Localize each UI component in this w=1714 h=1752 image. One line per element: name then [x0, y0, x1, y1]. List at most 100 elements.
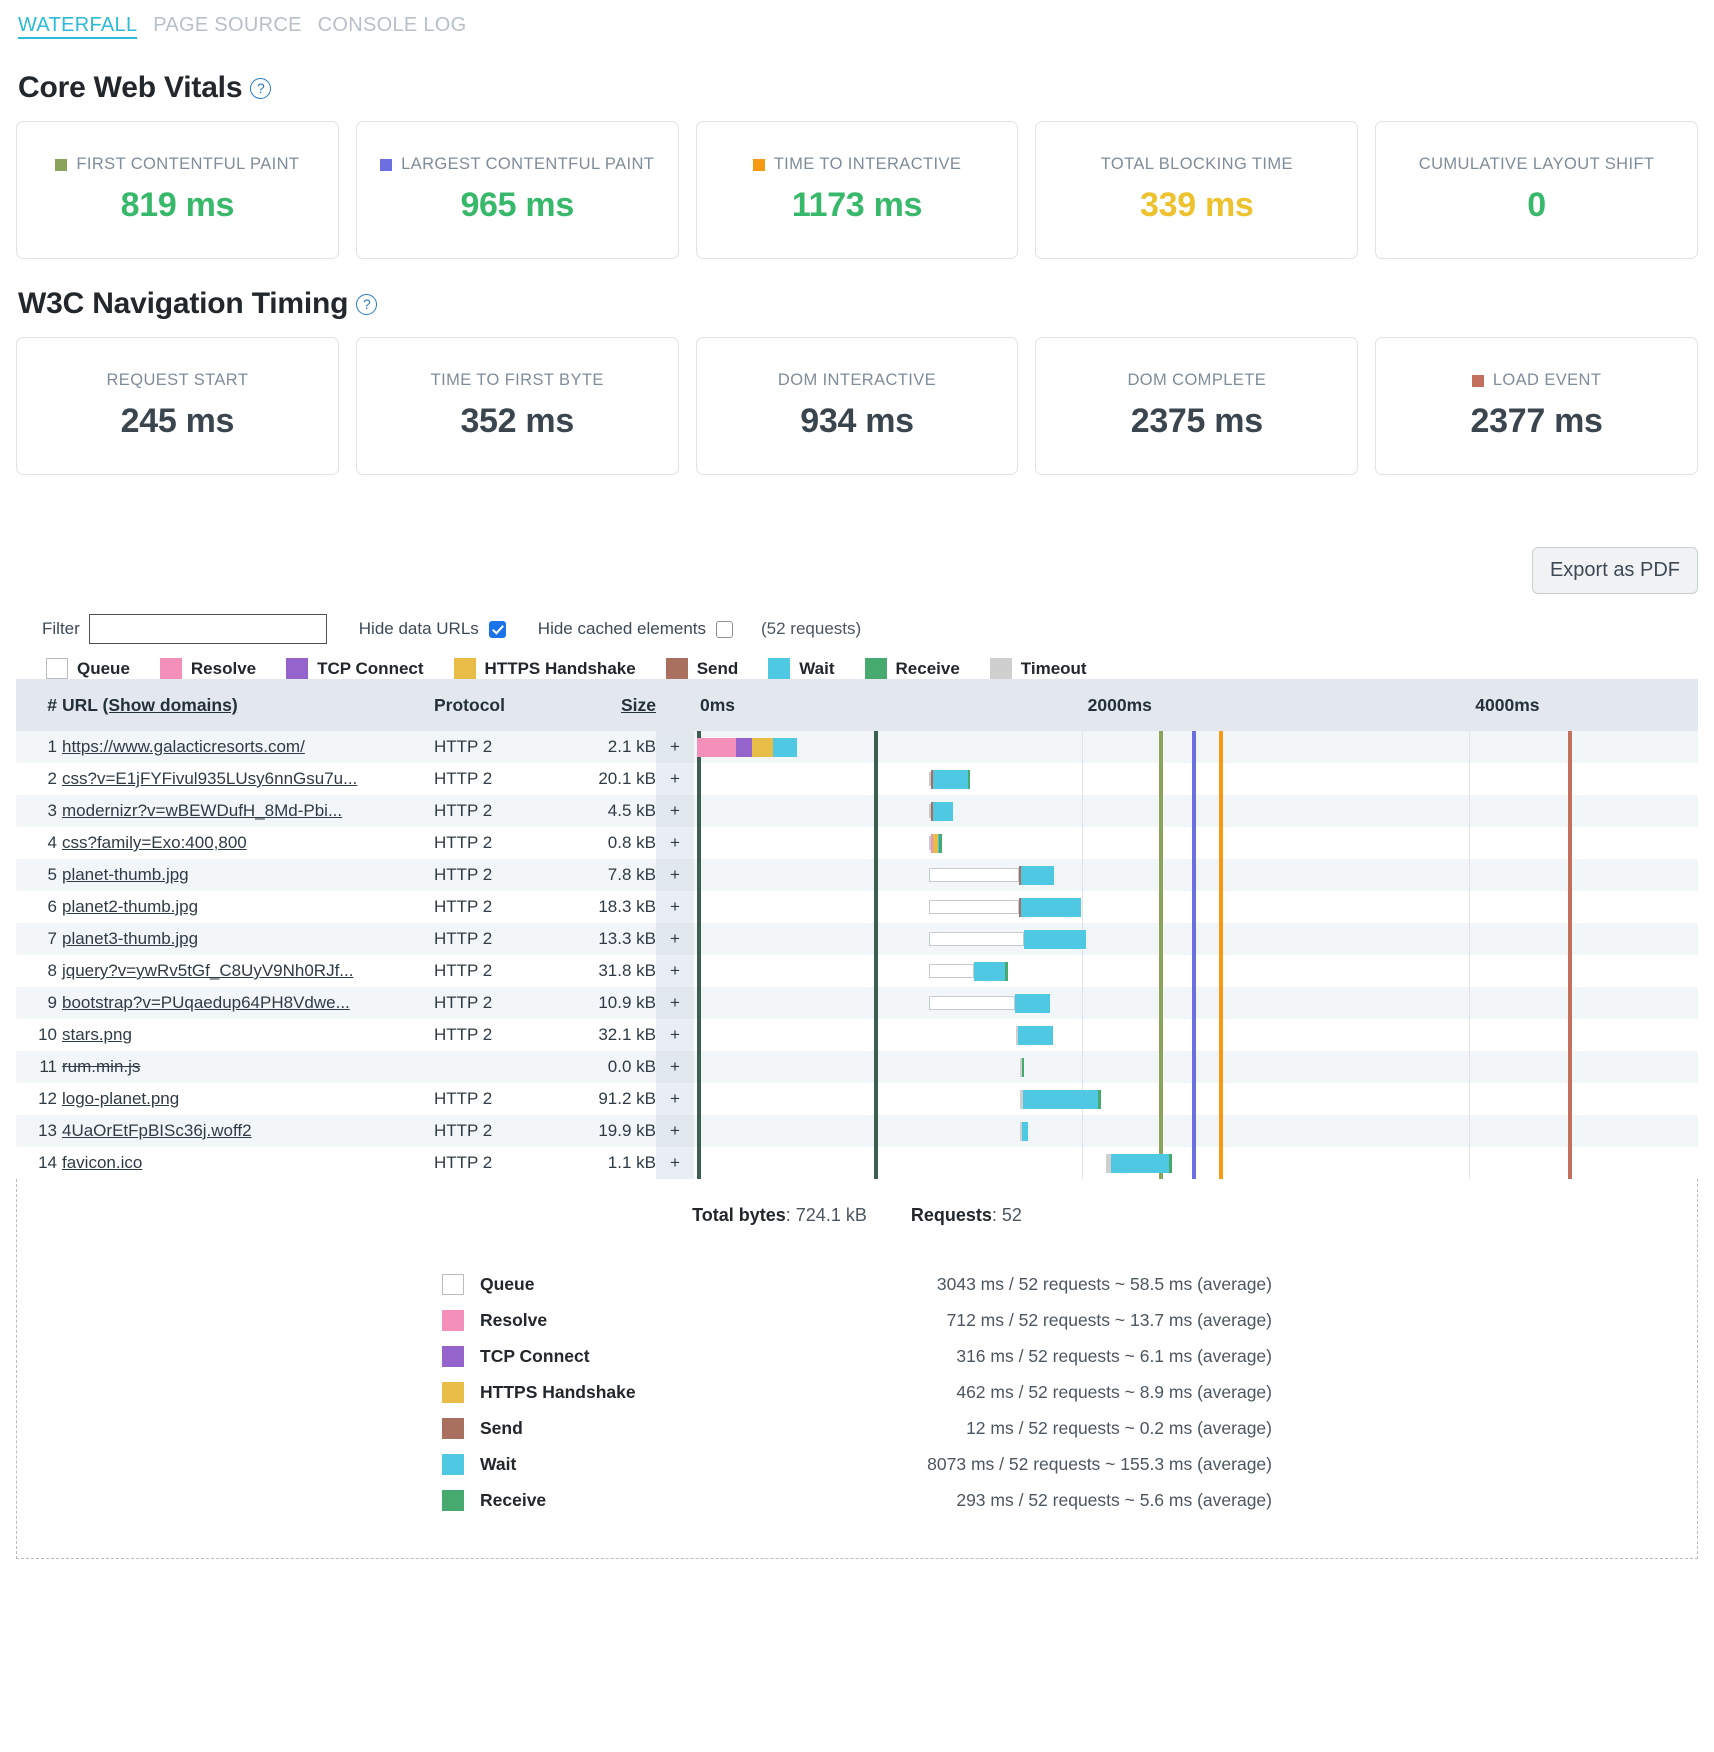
row-url-cell[interactable]: https://www.galacticresorts.com/: [62, 731, 434, 763]
hide-data-urls-checkbox[interactable]: [488, 620, 506, 638]
row-expand-button[interactable]: +: [656, 987, 694, 1019]
row-expand-button[interactable]: +: [656, 763, 694, 795]
row-timeline[interactable]: [694, 1051, 1698, 1083]
request-url[interactable]: planet-thumb.jpg: [62, 865, 189, 884]
header-size[interactable]: Size: [584, 679, 656, 731]
row-timeline[interactable]: [694, 1083, 1698, 1115]
row-timeline[interactable]: [694, 1147, 1698, 1179]
row-timeline[interactable]: [694, 827, 1698, 859]
row-timeline[interactable]: [694, 731, 1698, 763]
table-row[interactable]: 5 planet-thumb.jpg HTTP 2 7.8 kB +: [16, 859, 1698, 891]
row-timeline[interactable]: [694, 795, 1698, 827]
table-row[interactable]: 4 css?family=Exo:400,800 HTTP 2 0.8 kB +: [16, 827, 1698, 859]
row-timeline[interactable]: [694, 859, 1698, 891]
request-url[interactable]: bootstrap?v=PUqaedup64PH8Vdwe...: [62, 993, 350, 1012]
request-url[interactable]: planet3-thumb.jpg: [62, 929, 198, 948]
event-line-request-start: [696, 1115, 701, 1147]
row-expand-button[interactable]: +: [656, 955, 694, 987]
request-url[interactable]: css?v=E1jFYFivul935LUsy6nnGsu7u...: [62, 769, 357, 788]
row-timeline[interactable]: [694, 923, 1698, 955]
legend-item[interactable]: Resolve: [159, 658, 256, 679]
request-url[interactable]: favicon.ico: [62, 1153, 142, 1172]
row-url-cell[interactable]: stars.png: [62, 1019, 434, 1051]
table-row[interactable]: 3 modernizr?v=wBEWDufH_8Md-Pbi... HTTP 2 4.…: [16, 795, 1698, 827]
export-as-pdf-button[interactable]: Export as PDF: [1531, 547, 1698, 594]
row-url-cell[interactable]: bootstrap?v=PUqaedup64PH8Vdwe...: [62, 987, 434, 1019]
row-url-cell[interactable]: 4UaOrEtFpBISc36j.woff2: [62, 1115, 434, 1147]
table-row[interactable]: 2 css?v=E1jFYFivul935LUsy6nnGsu7u... HTTP …: [16, 763, 1698, 795]
table-row[interactable]: 1 https://www.galacticresorts.com/HTTP 22…: [16, 731, 1698, 763]
tab-console-log[interactable]: CONSOLE LOG: [318, 14, 467, 36]
event-line-largest-contentful-paint: [1192, 1115, 1197, 1147]
request-url[interactable]: css?family=Exo:400,800: [62, 833, 247, 852]
table-row[interactable]: 11 rum.min.js 0.0 kB +: [16, 1051, 1698, 1083]
hide-cached-elements-label: Hide cached elements: [537, 619, 707, 638]
row-url-cell[interactable]: planet3-thumb.jpg: [62, 923, 434, 955]
row-url-cell[interactable]: planet-thumb.jpg: [62, 859, 434, 891]
row-timeline[interactable]: [694, 1115, 1698, 1147]
row-expand-button[interactable]: +: [656, 1147, 694, 1179]
row-expand-button[interactable]: +: [656, 859, 694, 891]
row-timeline[interactable]: [694, 763, 1698, 795]
hide-cached-elements-checkbox[interactable]: [716, 620, 734, 638]
request-url[interactable]: stars.png: [62, 1025, 132, 1044]
tab-waterfall[interactable]: WATERFALL: [18, 14, 138, 39]
filter-input[interactable]: [88, 614, 327, 644]
row-protocol: HTTP 2: [434, 731, 584, 763]
row-url-cell[interactable]: favicon.ico: [62, 1147, 434, 1179]
row-timeline[interactable]: [694, 891, 1698, 923]
legend-item[interactable]: Send: [665, 658, 738, 679]
row-expand-button[interactable]: +: [656, 827, 694, 859]
help-icon[interactable]: ?: [250, 77, 272, 99]
request-url[interactable]: https://www.galacticresorts.com/: [62, 737, 305, 756]
request-url[interactable]: 4UaOrEtFpBISc36j.woff2: [62, 1121, 252, 1140]
table-row[interactable]: 10 stars.png HTTP 2 32.1 kB +: [16, 1019, 1698, 1051]
table-row[interactable]: 8 jquery?v=ywRv5tGf_C8UyV9Nh0RJf... HTTP 2…: [16, 955, 1698, 987]
table-row[interactable]: 7 planet3-thumb.jpg HTTP 2 13.3 kB +: [16, 923, 1698, 955]
phase-stat-row: Queue 3043 ms / 52 requests ~ 58.5 ms (av…: [442, 1266, 1272, 1302]
row-url-cell[interactable]: jquery?v=ywRv5tGf_C8UyV9Nh0RJf...: [62, 955, 434, 987]
legend-item[interactable]: Receive: [864, 658, 960, 679]
metric-card: LOAD EVENT 2377 ms: [1375, 337, 1698, 475]
tab-page-source[interactable]: PAGE SOURCE: [153, 14, 302, 36]
legend-item[interactable]: Queue: [46, 658, 130, 679]
help-icon[interactable]: ?: [356, 293, 378, 315]
row-expand-button[interactable]: +: [656, 1083, 694, 1115]
row-url-cell[interactable]: css?family=Exo:400,800: [62, 827, 434, 859]
header-number[interactable]: #: [16, 679, 62, 731]
header-protocol[interactable]: Protocol: [434, 679, 584, 731]
request-url[interactable]: modernizr?v=wBEWDufH_8Md-Pbi...: [62, 801, 342, 820]
hide-data-urls-toggle[interactable]: Hide data URLs: [359, 619, 506, 639]
row-expand-button[interactable]: +: [656, 1115, 694, 1147]
row-expand-button[interactable]: +: [656, 731, 694, 763]
row-number: 9: [16, 987, 62, 1019]
request-url[interactable]: planet2-thumb.jpg: [62, 897, 198, 916]
row-expand-button[interactable]: +: [656, 923, 694, 955]
row-url-cell[interactable]: rum.min.js: [62, 1051, 434, 1083]
table-row[interactable]: 14 favicon.ico HTTP 2 1.1 kB +: [16, 1147, 1698, 1179]
row-url-cell[interactable]: planet2-thumb.jpg: [62, 891, 434, 923]
table-row[interactable]: 12 logo-planet.png HTTP 2 91.2 kB +: [16, 1083, 1698, 1115]
metric-label: DOM INTERACTIVE: [777, 371, 937, 389]
show-domains-link[interactable]: (Show domains): [103, 695, 238, 715]
legend-item[interactable]: TCP Connect: [286, 658, 424, 679]
row-timeline[interactable]: [694, 1019, 1698, 1051]
row-expand-button[interactable]: +: [656, 795, 694, 827]
row-timeline[interactable]: [694, 987, 1698, 1019]
request-url[interactable]: logo-planet.png: [62, 1089, 179, 1108]
row-url-cell[interactable]: css?v=E1jFYFivul935LUsy6nnGsu7u...: [62, 763, 434, 795]
row-timeline[interactable]: [694, 955, 1698, 987]
table-row[interactable]: 13 4UaOrEtFpBISc36j.woff2 HTTP 2 19.9 kB +: [16, 1115, 1698, 1147]
row-expand-button[interactable]: +: [656, 1019, 694, 1051]
hide-cached-elements-toggle[interactable]: Hide cached elements: [537, 619, 734, 639]
legend-item[interactable]: Timeout: [989, 658, 1087, 679]
row-url-cell[interactable]: logo-planet.png: [62, 1083, 434, 1115]
row-expand-button[interactable]: +: [656, 1051, 694, 1083]
legend-item[interactable]: HTTPS Handshake: [453, 658, 636, 679]
table-row[interactable]: 6 planet2-thumb.jpg HTTP 2 18.3 kB +: [16, 891, 1698, 923]
legend-item[interactable]: Wait: [768, 658, 835, 679]
request-url[interactable]: jquery?v=ywRv5tGf_C8UyV9Nh0RJf...: [62, 961, 353, 980]
row-expand-button[interactable]: +: [656, 891, 694, 923]
table-row[interactable]: 9 bootstrap?v=PUqaedup64PH8Vdwe... HTTP 21…: [16, 987, 1698, 1019]
row-url-cell[interactable]: modernizr?v=wBEWDufH_8Md-Pbi...: [62, 795, 434, 827]
